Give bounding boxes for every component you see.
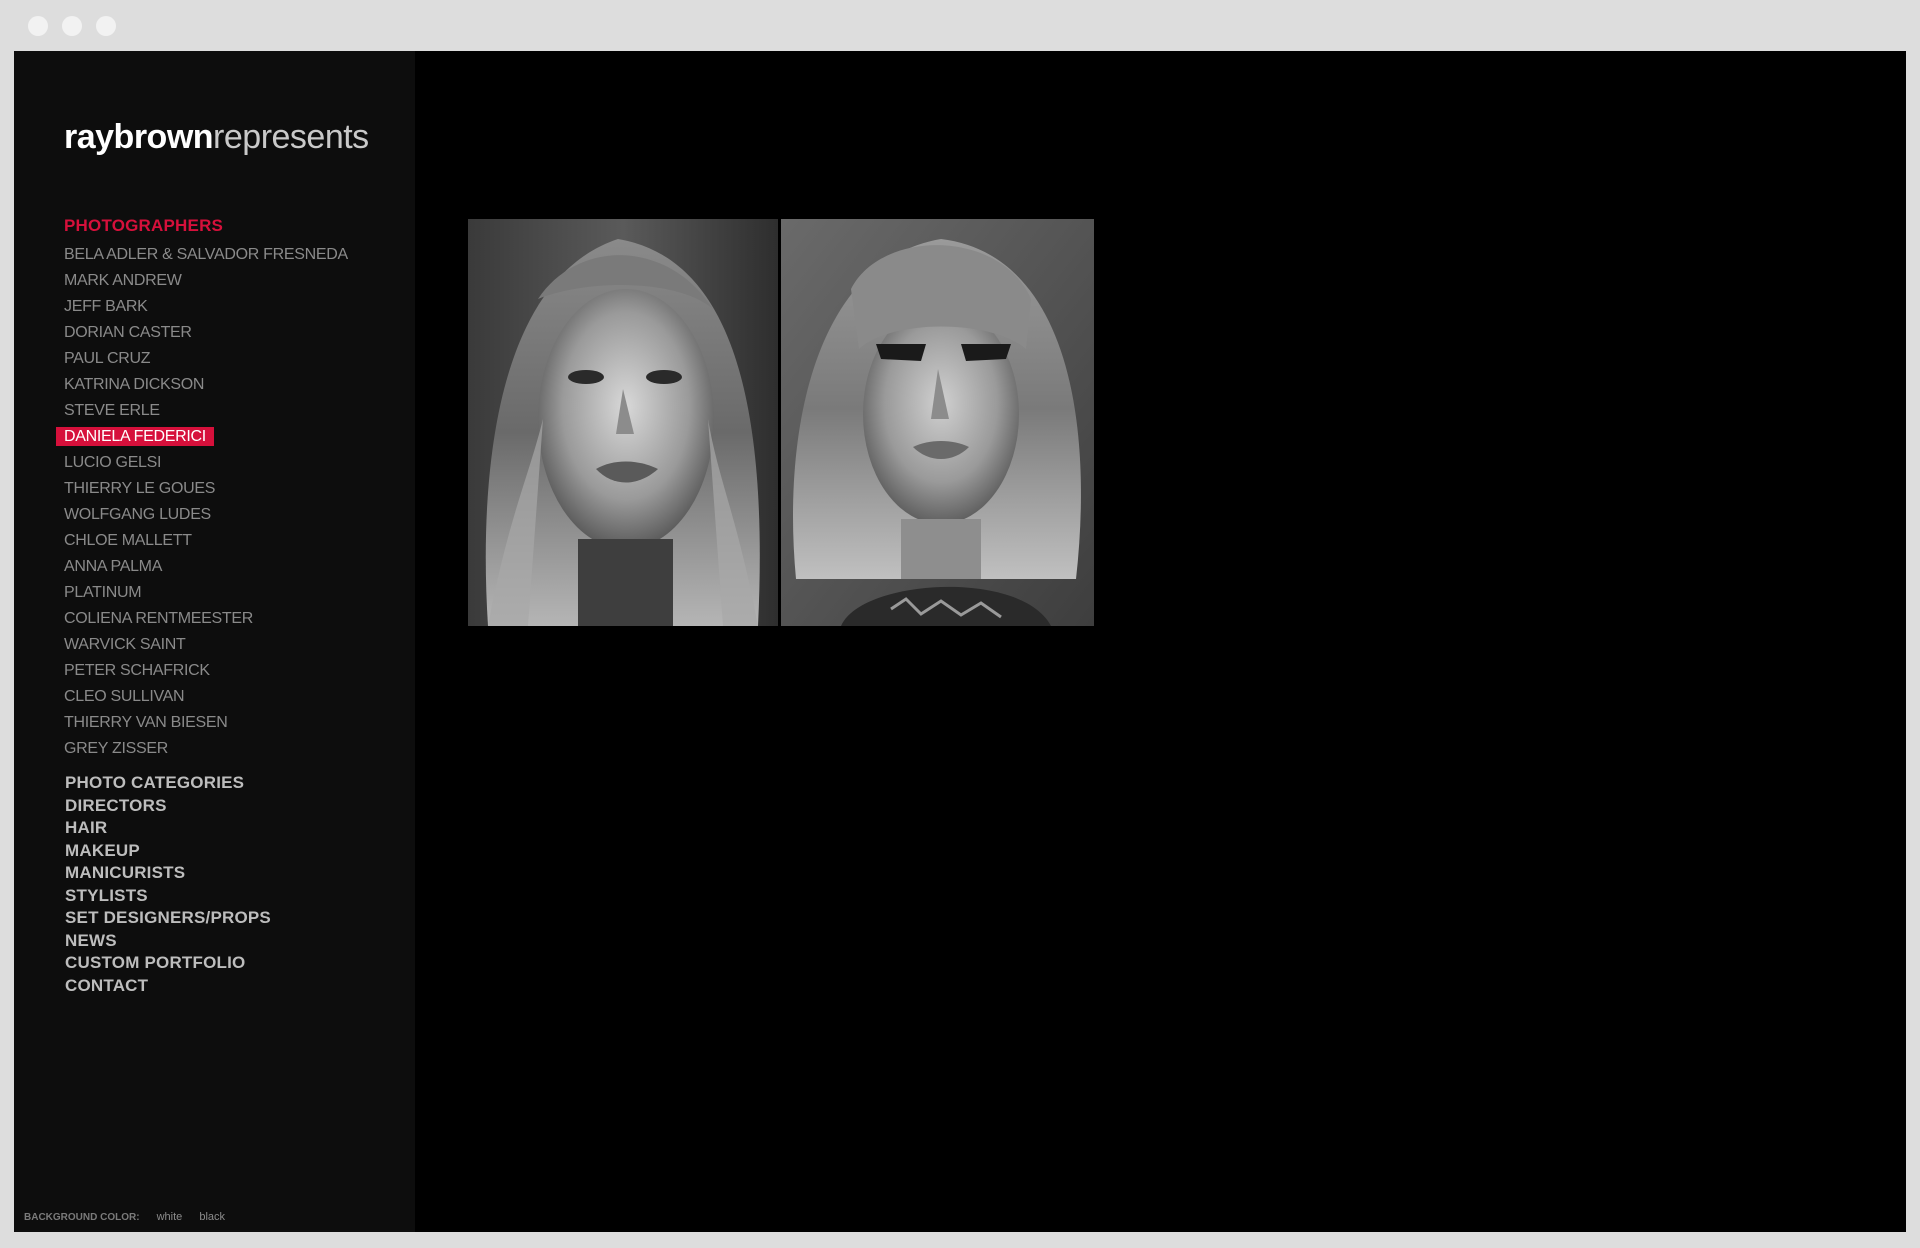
photographer-link-label: PETER SCHAFRICK	[64, 662, 210, 679]
photographer-link[interactable]: ANNA PALMA	[64, 554, 348, 580]
background-color-switcher: BACKGROUND COLOR: white black	[24, 1211, 239, 1223]
site-logo[interactable]: raybrownrepresents	[64, 117, 369, 157]
photographer-link-label: WOLFGANG LUDES	[64, 506, 211, 523]
photographers-list: BELA ADLER & SALVADOR FRESNEDA MARK ANDRE…	[56, 242, 348, 762]
photographer-link[interactable]: DORIAN CASTER	[64, 320, 348, 346]
photographer-link[interactable]: CLEO SULLIVAN	[64, 684, 348, 710]
nav-item-makeup[interactable]: MAKEUP	[65, 840, 271, 863]
photographer-link[interactable]: GREY ZISSER	[64, 736, 348, 762]
photographer-link-label: KATRINA DICKSON	[64, 376, 205, 393]
photographer-link-label: WARVICK SAINT	[64, 636, 186, 653]
background-white-option[interactable]: white	[157, 1211, 183, 1223]
photographer-link[interactable]: THIERRY VAN BIESEN	[64, 710, 348, 736]
photographer-link-label: COLIENA RENTMEESTER	[64, 610, 254, 627]
photographer-link[interactable]: JEFF BARK	[64, 294, 348, 320]
nav-item-set-designers-props[interactable]: SET DESIGNERS/PROPS	[65, 907, 271, 930]
portfolio-photo-left[interactable]	[468, 219, 778, 626]
main-nav: PHOTO CATEGORIES DIRECTORS HAIR MAKEUP MANIC…	[65, 772, 271, 997]
browser-titlebar	[0, 0, 1920, 51]
window-maximize-dot-icon[interactable]	[96, 16, 116, 36]
photographer-link-label: GREY ZISSER	[64, 740, 168, 757]
portfolio-photo-right[interactable]	[781, 219, 1094, 626]
nav-item-custom-portfolio[interactable]: CUSTOM PORTFOLIO	[65, 952, 271, 975]
nav-item-photo-categories[interactable]: PHOTO CATEGORIES	[65, 772, 271, 795]
logo-light-text: represents	[213, 118, 369, 156]
photographer-link[interactable]: DANIELA FEDERICI	[56, 424, 348, 450]
photographer-link[interactable]: PLATINUM	[64, 580, 348, 606]
photographer-link[interactable]: PAUL CRUZ	[64, 346, 348, 372]
photographer-link[interactable]: LUCIO GELSI	[64, 450, 348, 476]
photographer-link-label: DORIAN CASTER	[64, 324, 192, 341]
window-minimize-dot-icon[interactable]	[62, 16, 82, 36]
window-close-dot-icon[interactable]	[28, 16, 48, 36]
photographer-link-label: THIERRY LE GOUES	[64, 480, 216, 497]
photographer-link[interactable]: BELA ADLER & SALVADOR FRESNEDA	[64, 242, 348, 268]
photographer-link-label: BELA ADLER & SALVADOR FRESNEDA	[64, 246, 348, 263]
nav-item-hair[interactable]: HAIR	[65, 817, 271, 840]
photographer-link[interactable]: CHLOE MALLETT	[64, 528, 348, 554]
page-viewport: raybrownrepresents PHOTOGRAPHERS BELA AD…	[14, 51, 1906, 1232]
photographer-link-label: PLATINUM	[64, 584, 142, 601]
background-color-label: BACKGROUND COLOR:	[24, 1212, 140, 1223]
nav-item-manicurists[interactable]: MANICURISTS	[65, 862, 271, 885]
background-black-option[interactable]: black	[199, 1211, 225, 1223]
nav-item-directors[interactable]: DIRECTORS	[65, 795, 271, 818]
photographer-link[interactable]: WOLFGANG LUDES	[64, 502, 348, 528]
photographer-link-label: PAUL CRUZ	[64, 350, 151, 367]
photographer-link[interactable]: COLIENA RENTMEESTER	[64, 606, 348, 632]
photographer-link[interactable]: STEVE ERLE	[64, 398, 348, 424]
logo-bold-text: raybrown	[64, 118, 214, 156]
photographers-heading[interactable]: PHOTOGRAPHERS	[64, 216, 223, 236]
sidebar: raybrownrepresents PHOTOGRAPHERS BELA AD…	[14, 51, 415, 1232]
photographer-link-label: DANIELA FEDERICI	[56, 427, 214, 446]
photographer-link-label: ANNA PALMA	[64, 558, 163, 575]
photographer-link[interactable]: THIERRY LE GOUES	[64, 476, 348, 502]
nav-item-stylists[interactable]: STYLISTS	[65, 885, 271, 908]
photographer-link-label: STEVE ERLE	[64, 402, 160, 419]
photographer-link-label: JEFF BARK	[64, 298, 148, 315]
portrait-image-left	[468, 219, 778, 626]
portrait-image-right	[781, 219, 1094, 626]
photographer-link-label: LUCIO GELSI	[64, 454, 162, 471]
photographer-link-label: CHLOE MALLETT	[64, 532, 192, 549]
nav-item-contact[interactable]: CONTACT	[65, 975, 271, 998]
photographer-link[interactable]: KATRINA DICKSON	[64, 372, 348, 398]
nav-item-news[interactable]: NEWS	[65, 930, 271, 953]
photographer-link[interactable]: PETER SCHAFRICK	[64, 658, 348, 684]
photographer-link[interactable]: MARK ANDREW	[64, 268, 348, 294]
photographer-link[interactable]: WARVICK SAINT	[64, 632, 348, 658]
photographer-link-label: CLEO SULLIVAN	[64, 688, 185, 705]
photographer-link-label: MARK ANDREW	[64, 272, 182, 289]
photographer-link-label: THIERRY VAN BIESEN	[64, 714, 228, 731]
